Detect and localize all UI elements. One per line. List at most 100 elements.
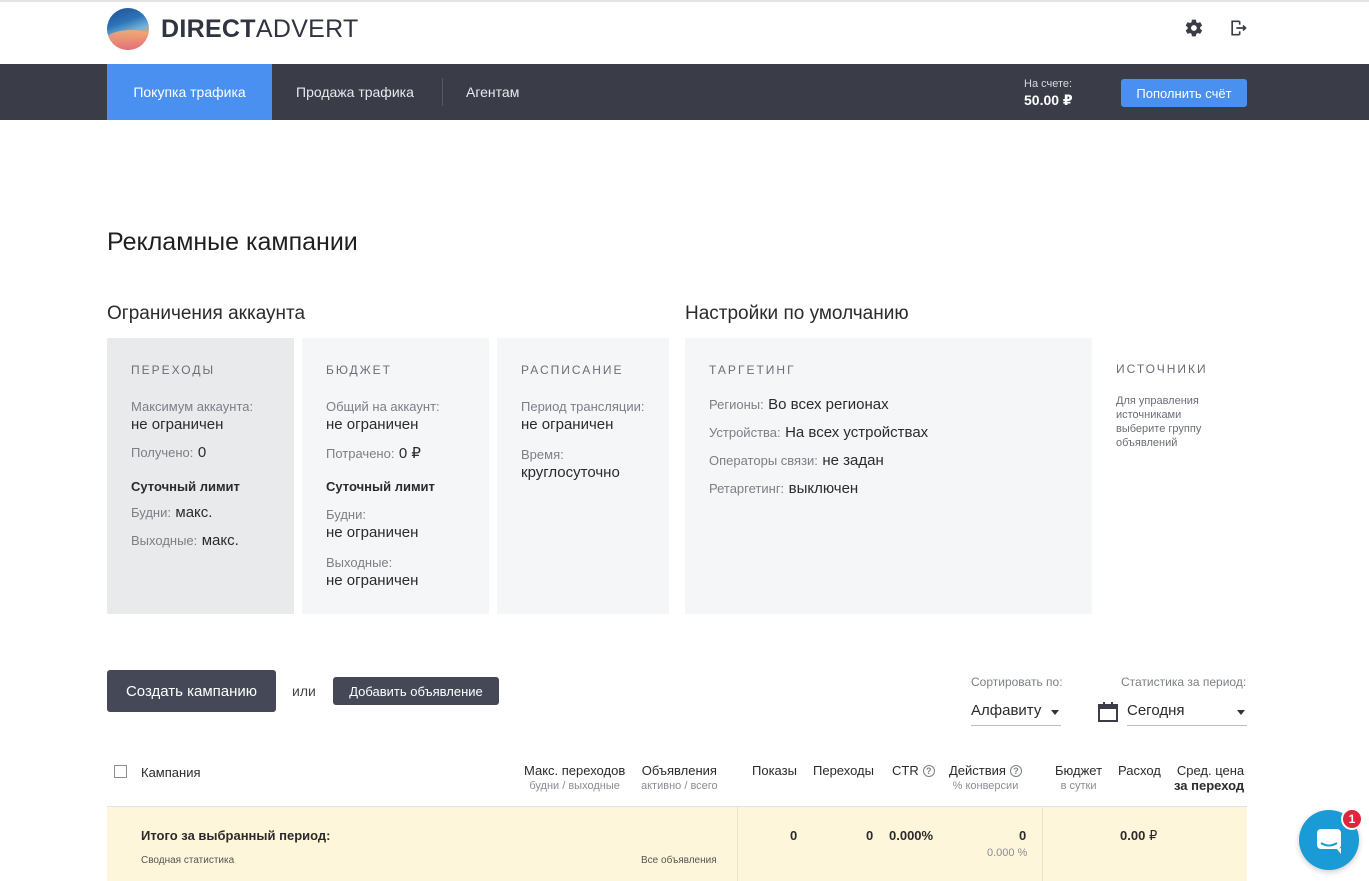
all-ads-link[interactable]: Все объявления bbox=[641, 855, 717, 866]
calendar-icon[interactable] bbox=[1098, 702, 1118, 722]
logout-icon[interactable] bbox=[1227, 17, 1249, 39]
col-label: CTR bbox=[892, 763, 919, 778]
tab-agents[interactable]: Агентам bbox=[466, 64, 519, 120]
col-label: Объявления bbox=[641, 763, 717, 778]
help-icon[interactable]: ? bbox=[922, 765, 935, 777]
spent-value: 0 ₽ bbox=[398, 445, 421, 462]
daily-limit-label: Суточный лимит bbox=[326, 479, 435, 494]
carriers-value: не задан bbox=[822, 452, 884, 469]
period-value: не ограничен bbox=[521, 416, 614, 433]
weekdays-label: Будни: bbox=[131, 505, 171, 520]
total-subtitle: Сводная статистика bbox=[141, 855, 235, 866]
period-label: Период трансляции: bbox=[521, 399, 645, 414]
total-conversion: 0.000 % bbox=[987, 847, 1028, 859]
topup-button[interactable]: Пополнить счёт bbox=[1121, 79, 1247, 107]
col-label: за переход bbox=[1174, 778, 1245, 793]
balance-label: На счете: bbox=[1024, 78, 1073, 90]
col-ctr[interactable]: CTR? bbox=[892, 763, 935, 778]
max-clicks-value: не ограничен bbox=[131, 416, 224, 433]
col-avg-price[interactable]: Сред. цена за переход bbox=[1174, 763, 1244, 793]
received-row: Получено: 0 bbox=[131, 444, 206, 462]
defaults-title: Настройки по умолчанию bbox=[685, 303, 909, 324]
col-budget[interactable]: Бюджет в сутки bbox=[1055, 763, 1102, 792]
devices-row: Устройства: На всех устройствах bbox=[709, 424, 928, 442]
carriers-row: Операторы связи: не задан bbox=[709, 452, 884, 470]
col-max-clicks[interactable]: Макс. переходов будни / выходные bbox=[524, 763, 625, 792]
col-ads[interactable]: Объявления активно / всего bbox=[641, 763, 718, 792]
sources-heading: ИСТОЧНИКИ bbox=[1116, 362, 1208, 376]
total-row: Итого за выбранный период: Сводная стати… bbox=[107, 807, 1247, 881]
card-heading: БЮДЖЕТ bbox=[326, 363, 393, 377]
brand-name: DIRECTADVERT bbox=[161, 14, 359, 43]
main-nav: Покупка трафика Продажа трафика Агентам … bbox=[0, 64, 1369, 120]
add-ad-button[interactable]: Добавить объявление bbox=[333, 677, 499, 705]
devices-value: На всех устройствах bbox=[785, 424, 929, 441]
period-value: Сегодня bbox=[1127, 702, 1185, 719]
regions-row: Регионы: Во всех регионах bbox=[709, 396, 889, 414]
weekdays-value: не ограничен bbox=[326, 524, 419, 541]
col-clicks[interactable]: Переходы bbox=[813, 763, 874, 778]
col-actions[interactable]: Действия? % конверсии bbox=[949, 763, 1022, 792]
or-text: или bbox=[292, 683, 316, 699]
col-label: Сред. цена bbox=[1176, 763, 1245, 778]
schedule-card[interactable]: РАСПИСАНИЕ Период трансляции: не огранич… bbox=[497, 338, 669, 614]
weekends-row: Выходные: макс. bbox=[131, 532, 239, 550]
sort-value: Алфавиту bbox=[971, 702, 1042, 719]
total-budget-value: не ограничен bbox=[326, 416, 419, 433]
weekdays-value: макс. bbox=[175, 504, 213, 521]
total-budget-label: Общий на аккаунт: bbox=[326, 399, 440, 414]
col-sublabel: будни / выходные bbox=[529, 780, 620, 792]
logo[interactable]: DIRECTADVERT bbox=[107, 8, 359, 50]
sort-label: Сортировать по: bbox=[971, 675, 1063, 689]
weekends-value: не ограничен bbox=[326, 572, 419, 589]
col-label: Макс. переходов bbox=[524, 763, 626, 778]
create-campaign-button[interactable]: Создать кампанию bbox=[107, 670, 276, 712]
period-select[interactable]: Сегодня bbox=[1127, 702, 1247, 726]
notification-badge: 1 bbox=[1341, 808, 1363, 830]
col-sublabel: в сутки bbox=[1060, 780, 1097, 792]
page-title: Рекламные кампании bbox=[107, 228, 358, 256]
card-heading: ПЕРЕХОДЫ bbox=[131, 363, 216, 377]
weekdays-label: Будни: bbox=[326, 507, 366, 522]
daily-limit-label: Суточный лимит bbox=[131, 479, 240, 494]
col-label: Бюджет bbox=[1055, 763, 1103, 778]
total-actions: 0 bbox=[1019, 828, 1027, 843]
period-label: Статистика за период: bbox=[1121, 675, 1247, 689]
col-sublabel: % конверсии bbox=[952, 780, 1019, 792]
col-impressions[interactable]: Показы bbox=[752, 763, 797, 778]
regions-value: Во всех регионах bbox=[768, 396, 889, 413]
account-balance: На счете: 50.00 ₽ bbox=[1024, 78, 1073, 109]
nav-divider bbox=[442, 78, 443, 106]
max-clicks-label: Максимум аккаунта: bbox=[131, 399, 254, 414]
card-heading: РАСПИСАНИЕ bbox=[521, 363, 624, 377]
weekends-label: Выходные: bbox=[131, 533, 198, 548]
budget-limits-card[interactable]: БЮДЖЕТ Общий на аккаунт: не ограничен По… bbox=[302, 338, 489, 614]
balance-value: 50.00 ₽ bbox=[1024, 92, 1073, 108]
retargeting-row: Ретаргетинг: выключен bbox=[709, 480, 858, 498]
time-label: Время: bbox=[521, 447, 564, 462]
sort-select[interactable]: Алфавиту bbox=[971, 702, 1061, 726]
tab-sell-traffic[interactable]: Продажа трафика bbox=[296, 64, 414, 120]
total-title: Итого за выбранный период: bbox=[141, 828, 331, 843]
total-spend: 0.00 ₽ bbox=[1120, 828, 1157, 844]
select-all-checkbox[interactable] bbox=[114, 765, 127, 778]
sources-note: Для управления источниками выберите груп… bbox=[1116, 395, 1202, 449]
spend-value: 0.00 bbox=[1120, 828, 1146, 843]
currency: ₽ bbox=[1148, 828, 1158, 843]
clicks-limits-card[interactable]: ПЕРЕХОДЫ Максимум аккаунта: не ограничен… bbox=[107, 338, 294, 614]
weekends-label: Выходные: bbox=[326, 555, 393, 570]
tab-label: Продажа трафика bbox=[296, 84, 414, 100]
help-icon[interactable]: ? bbox=[1009, 765, 1022, 777]
received-value: 0 bbox=[197, 444, 207, 461]
col-campaign[interactable]: Кампания bbox=[141, 765, 201, 780]
targeting-card[interactable]: ТАРГЕТИНГ Регионы: Во всех регионах Устр… bbox=[685, 338, 1092, 614]
tab-buy-traffic[interactable]: Покупка трафика bbox=[107, 64, 272, 120]
column-divider bbox=[737, 807, 738, 881]
chevron-down-icon bbox=[1237, 710, 1245, 715]
regions-label: Регионы: bbox=[709, 397, 764, 412]
gear-icon[interactable] bbox=[1183, 17, 1205, 39]
col-spend[interactable]: Расход bbox=[1118, 763, 1161, 778]
col-label: Действия bbox=[949, 763, 1006, 778]
retargeting-value: выключен bbox=[788, 480, 859, 497]
column-divider bbox=[1042, 807, 1043, 881]
